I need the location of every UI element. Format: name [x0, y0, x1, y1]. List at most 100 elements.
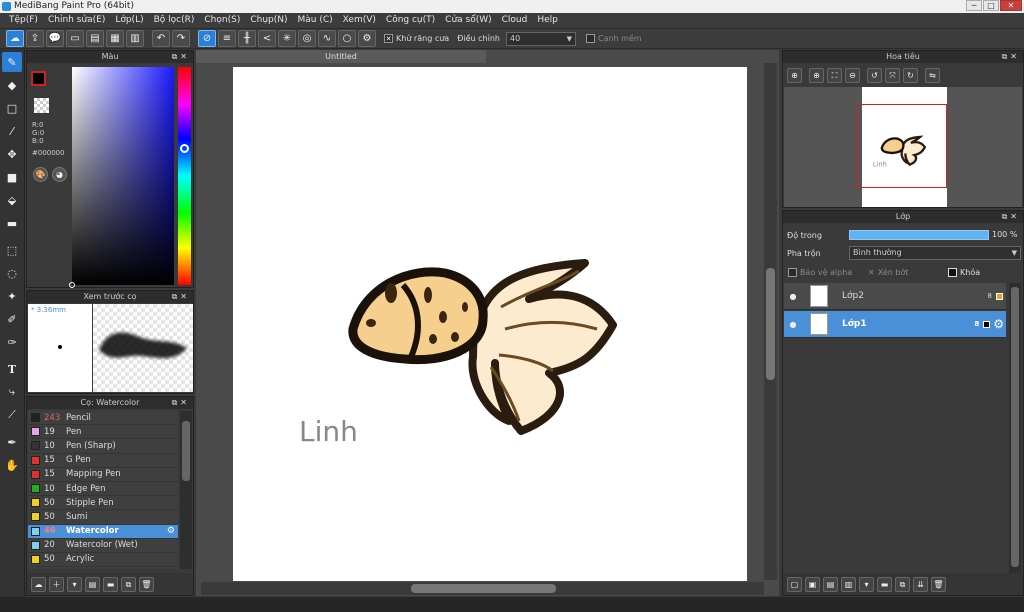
cross-snap-icon[interactable]: ╫: [238, 30, 256, 47]
vanishing-snap-icon[interactable]: <: [258, 30, 276, 47]
lock-option[interactable]: Khóa: [948, 268, 980, 277]
brush-settings-icon[interactable]: ▤: [85, 576, 100, 592]
new-1bit-layer-icon[interactable]: ▤: [823, 576, 838, 592]
brush-item[interactable]: 50 Stipple Pen: [28, 496, 178, 511]
canvas-paper[interactable]: Linh: [233, 67, 747, 581]
color-wheel-icon[interactable]: ◕: [52, 167, 67, 182]
protect-alpha-checkbox[interactable]: [788, 268, 797, 277]
snap-settings-icon[interactable]: ⚙: [358, 30, 376, 47]
circle-snap-icon[interactable]: ○: [338, 30, 356, 47]
blend-mode-select[interactable]: Bình thường ▼: [849, 246, 1021, 260]
share-icon[interactable]: ⇪: [26, 30, 44, 47]
menu-view[interactable]: Xem(V): [338, 13, 381, 28]
rotate-right-icon[interactable]: ↻: [903, 67, 918, 83]
select-tool-icon[interactable]: ⬚: [2, 240, 22, 260]
maximize-button[interactable]: □: [983, 0, 999, 11]
canvas-vertical-scrollbar[interactable]: [764, 63, 777, 580]
protect-alpha-option[interactable]: Bảo vệ alpha: [788, 268, 852, 277]
select-pen-icon[interactable]: ✐: [2, 309, 22, 329]
copy-brush-icon[interactable]: ⧉: [121, 576, 136, 592]
select-eraser-icon[interactable]: ✑: [2, 332, 22, 352]
redo-icon[interactable]: ↷: [172, 30, 190, 47]
pen-nib-icon[interactable]: ✒: [2, 432, 22, 452]
palette-icon[interactable]: 🎨: [33, 167, 48, 182]
parallel-snap-icon[interactable]: ≡: [218, 30, 236, 47]
zoom-actual-icon[interactable]: ⛶: [827, 67, 842, 83]
move-tool-icon[interactable]: ✥: [2, 144, 22, 164]
opacity-slider[interactable]: [849, 230, 989, 240]
dot-tool-icon[interactable]: □: [2, 98, 22, 118]
menu-filter[interactable]: Bộ lọc(R): [149, 13, 200, 28]
menu-select[interactable]: Chọn(S): [199, 13, 245, 28]
menu-file[interactable]: Tệp(F): [4, 13, 43, 28]
saturation-value-picker[interactable]: [69, 67, 174, 288]
layer-row[interactable]: ● Lớp1 8 ⚙: [784, 311, 1006, 338]
brush-item[interactable]: 19 Pen: [28, 425, 178, 440]
cloud-icon[interactable]: ☁: [6, 30, 24, 47]
delete-brush-icon[interactable]: 🗑: [139, 576, 154, 592]
delete-layer-icon[interactable]: 🗑: [931, 576, 946, 592]
speech-bubble-icon[interactable]: 💬: [46, 30, 64, 47]
gear-icon[interactable]: ⚙: [167, 526, 175, 536]
navigator-view[interactable]: Linh: [784, 87, 1022, 207]
brush-dropdown-icon[interactable]: ▾: [67, 576, 82, 592]
grid-icon[interactable]: ▥: [126, 30, 144, 47]
rotate-left-icon[interactable]: ↺: [867, 67, 882, 83]
panel-controls-icon[interactable]: ⧉✕: [1002, 211, 1020, 223]
fill-rect-tool-icon[interactable]: ■: [2, 167, 22, 187]
duplicate-layer-icon[interactable]: ⧉: [895, 576, 910, 592]
rotate-reset-icon[interactable]: ⤧: [885, 67, 900, 83]
new-layer-icon[interactable]: ▢: [787, 576, 802, 592]
hue-slider-handle[interactable]: [180, 144, 189, 153]
soft-edge-checkbox[interactable]: [585, 34, 595, 43]
brush-item[interactable]: 20 Watercolor (Wet): [28, 538, 178, 553]
menu-snap[interactable]: Chụp(N): [245, 13, 292, 28]
layer-dropdown-icon[interactable]: ▾: [859, 576, 874, 592]
eraser-tool-icon[interactable]: ◆: [2, 75, 22, 95]
brush-item[interactable]: 46 Watercolor ⚙: [28, 524, 178, 539]
divide-tool-icon[interactable]: ⤷: [2, 382, 22, 402]
close-button[interactable]: ✕: [1000, 0, 1022, 11]
new-halftone-layer-icon[interactable]: ▥: [841, 576, 856, 592]
panel-controls-icon[interactable]: ⧉✕: [172, 291, 190, 303]
eyedropper-tool-icon[interactable]: ⟋: [2, 405, 22, 425]
brush-item[interactable]: 15 Mapping Pen: [28, 467, 178, 482]
bucket-tool-icon[interactable]: ⬙: [2, 190, 22, 210]
menu-window[interactable]: Cửa sổ(W): [440, 13, 496, 28]
scrollbar-thumb[interactable]: [411, 584, 556, 593]
zoom-fit-icon[interactable]: ⊕: [787, 67, 802, 83]
background-color-swatch[interactable]: [34, 98, 49, 113]
curve-snap-icon[interactable]: ∿: [318, 30, 336, 47]
minimize-button[interactable]: ─: [966, 0, 982, 11]
layer-row[interactable]: ● Lớp2 8: [784, 283, 1006, 310]
concentric-snap-icon[interactable]: ◎: [298, 30, 316, 47]
menu-color[interactable]: Màu (C): [293, 13, 338, 28]
magic-wand-icon[interactable]: ✦: [2, 286, 22, 306]
text-tool-icon[interactable]: T: [2, 359, 22, 379]
brush-item[interactable]: 50 Sumi: [28, 510, 178, 525]
brush-item[interactable]: 243 Pencil: [28, 411, 178, 426]
foreground-color-swatch[interactable]: [31, 71, 46, 86]
brush-tool-icon[interactable]: ✎: [2, 52, 22, 72]
panel-controls-icon[interactable]: ⧉✕: [172, 397, 190, 409]
cloud-brush-icon[interactable]: ☁: [31, 576, 46, 592]
panel-controls-icon[interactable]: ⧉✕: [172, 51, 190, 63]
document-tab[interactable]: Untitled: [196, 50, 486, 63]
scrollbar-thumb[interactable]: [766, 268, 775, 380]
panel-controls-icon[interactable]: ⧉✕: [1002, 51, 1020, 63]
menu-help[interactable]: Help: [532, 13, 563, 28]
visibility-icon[interactable]: ●: [784, 292, 802, 301]
visibility-icon[interactable]: ●: [784, 320, 802, 329]
layer-folder-icon[interactable]: ▬: [877, 576, 892, 592]
scrollbar-thumb[interactable]: [1011, 287, 1019, 567]
undo-icon[interactable]: ↶: [152, 30, 170, 47]
menu-cloud[interactable]: Cloud: [497, 13, 533, 28]
folder-icon[interactable]: ▬: [103, 576, 118, 592]
hue-slider[interactable]: [178, 67, 191, 285]
antialias-checkbox[interactable]: ✕: [384, 34, 393, 43]
layer-list-scrollbar[interactable]: [1009, 283, 1021, 573]
comment-icon[interactable]: ▭: [66, 30, 84, 47]
brush-item[interactable]: 100Airbrush: [28, 567, 178, 569]
page-icon[interactable]: ▤: [86, 30, 104, 47]
radial-snap-icon[interactable]: ✳: [278, 30, 296, 47]
